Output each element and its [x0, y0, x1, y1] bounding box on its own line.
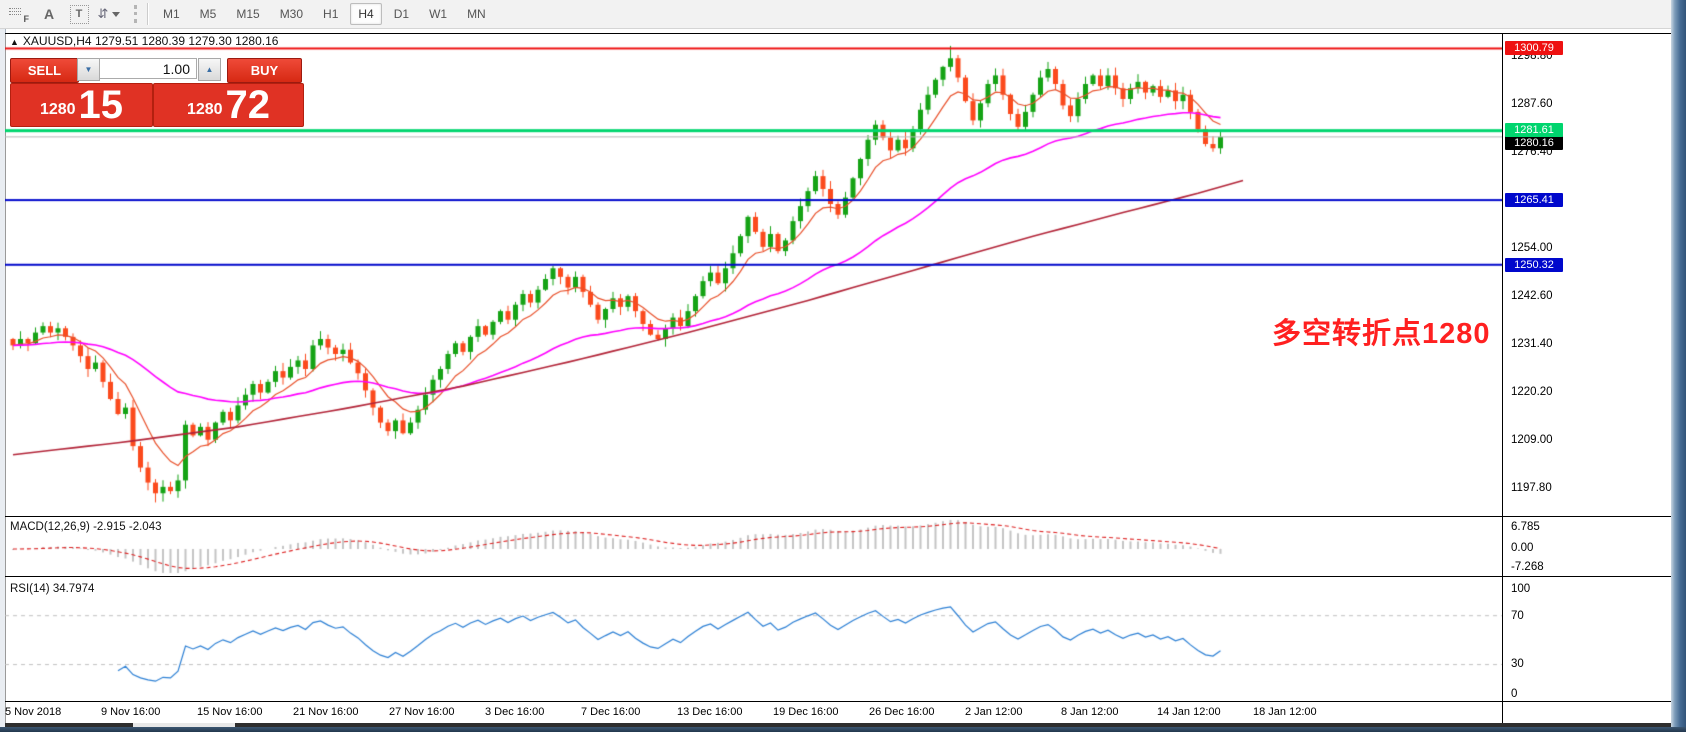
symbol-ohlc-text: XAUUSD,H4 1279.51 1280.39 1279.30 1280.1… — [23, 34, 279, 48]
time-axis-label: 27 Nov 16:00 — [389, 706, 454, 718]
price-tick: 1287.60 — [1511, 98, 1581, 112]
buy-price-pips: 72 — [226, 84, 271, 126]
time-axis-label: 26 Dec 16:00 — [869, 706, 934, 718]
green-level-price-badge: 1281.61 — [1505, 123, 1563, 137]
text-label-icon[interactable]: A — [36, 3, 62, 25]
time-axis-label: 8 Jan 12:00 — [1061, 706, 1119, 718]
rsi-label: RSI(14) 34.7974 — [10, 583, 94, 595]
arrow-up-icon: ▲ — [206, 65, 214, 74]
one-click-trading-panel: SELL ▼ ▲ BUY 128015 128072 — [8, 56, 304, 127]
current-price-badge: 1280.16 — [1505, 136, 1563, 150]
blue-level-price-badge: 1265.41 — [1505, 193, 1563, 207]
toolbar-grip[interactable] — [134, 5, 137, 23]
toolbar-separator — [147, 3, 149, 25]
tab-timeframe-mn[interactable]: MN — [459, 3, 494, 25]
price-tick: 1242.60 — [1511, 290, 1581, 304]
tab-timeframe-m30[interactable]: M30 — [272, 3, 311, 25]
sell-price-display[interactable]: 128015 — [10, 83, 153, 127]
window-right-border — [1671, 0, 1686, 732]
volume-increase-button[interactable]: ▲ — [198, 58, 221, 81]
volume-decrease-button[interactable]: ▼ — [77, 58, 100, 81]
grid-f-glyph: F — [9, 6, 29, 22]
rsi-indicator-canvas[interactable] — [5, 577, 1502, 701]
tab-timeframe-w1[interactable]: W1 — [421, 3, 455, 25]
rsi-scale-label: 30 — [1511, 658, 1524, 670]
sell-price-main: 1280 — [40, 101, 76, 119]
rsi-panel-bottom-border — [5, 701, 1671, 702]
resistance-price-badge: 1300.79 — [1505, 41, 1563, 55]
time-axis-label: 5 Nov 2018 — [5, 706, 61, 718]
time-axis-label: 14 Jan 12:00 — [1157, 706, 1221, 718]
symbol-marker-icon: ▲ — [10, 37, 19, 47]
scrollbar-thumb[interactable] — [133, 723, 235, 727]
arrow-down-icon: ▼ — [85, 65, 93, 74]
tab-timeframe-h1[interactable]: H1 — [315, 3, 346, 25]
buy-button[interactable]: BUY — [227, 58, 302, 83]
window-bottom-border — [0, 727, 1686, 732]
price-tick: 1197.80 — [1511, 482, 1581, 496]
rsi-scale-label: 0 — [1511, 688, 1517, 700]
macd-panel-bottom-border[interactable] — [5, 576, 1671, 577]
main-panel-bottom-border[interactable] — [5, 516, 1671, 517]
text-tool-icon[interactable]: T — [66, 3, 92, 25]
rsi-scale-label: 70 — [1511, 610, 1524, 622]
chart-annotation-text: 多空转折点1280 — [1272, 310, 1491, 352]
sell-price-pips: 15 — [79, 84, 124, 126]
time-axis-label: 13 Dec 16:00 — [677, 706, 742, 718]
tab-timeframe-d1[interactable]: D1 — [386, 3, 417, 25]
tab-timeframe-m5[interactable]: M5 — [192, 3, 225, 25]
volume-input[interactable] — [99, 58, 197, 79]
time-axis-label: 19 Dec 16:00 — [773, 706, 838, 718]
tab-timeframe-m1[interactable]: M1 — [155, 3, 188, 25]
horizontal-scrollbar[interactable] — [5, 723, 1671, 727]
price-axis-border — [1502, 33, 1503, 723]
templates-grid-icon[interactable]: F — [6, 3, 32, 25]
time-axis-label: 3 Dec 16:00 — [485, 706, 544, 718]
time-axis-label: 9 Nov 16:00 — [101, 706, 160, 718]
toolbar: F A T ⇵ M1 M5 M15 M30 H1 H4 D1 W1 MN — [0, 0, 1671, 29]
time-axis-label: 7 Dec 16:00 — [581, 706, 640, 718]
price-tick: 1254.00 — [1511, 242, 1581, 256]
dropdown-caret-icon — [112, 12, 120, 17]
macd-scale-label: 6.785 — [1511, 521, 1540, 533]
macd-scale-label: 0.00 — [1511, 542, 1533, 554]
price-tick: 1220.20 — [1511, 386, 1581, 400]
tab-timeframe-m15[interactable]: M15 — [228, 3, 267, 25]
blue-level-price-badge: 1250.32 — [1505, 258, 1563, 272]
symbol-header: ▲ XAUUSD,H4 1279.51 1280.39 1279.30 1280.… — [10, 34, 278, 48]
sell-button[interactable]: SELL — [10, 58, 79, 83]
buy-price-main: 1280 — [187, 101, 223, 119]
price-tick: 1231.40 — [1511, 338, 1581, 352]
arrows-objects-icon[interactable]: ⇵ — [96, 3, 122, 25]
tab-timeframe-h4[interactable]: H4 — [350, 3, 381, 25]
rsi-scale-label: 100 — [1511, 583, 1530, 595]
time-axis-label: 21 Nov 16:00 — [293, 706, 358, 718]
time-axis-label: 2 Jan 12:00 — [965, 706, 1023, 718]
price-tick: 1209.00 — [1511, 434, 1581, 448]
buy-price-display[interactable]: 128072 — [153, 83, 304, 127]
time-axis-label: 15 Nov 16:00 — [197, 706, 262, 718]
macd-scale-label: -7.268 — [1511, 561, 1544, 573]
macd-label: MACD(12,26,9) -2.915 -2.043 — [10, 521, 162, 533]
time-axis-label: 18 Jan 12:00 — [1253, 706, 1317, 718]
macd-indicator-canvas[interactable] — [5, 517, 1502, 576]
